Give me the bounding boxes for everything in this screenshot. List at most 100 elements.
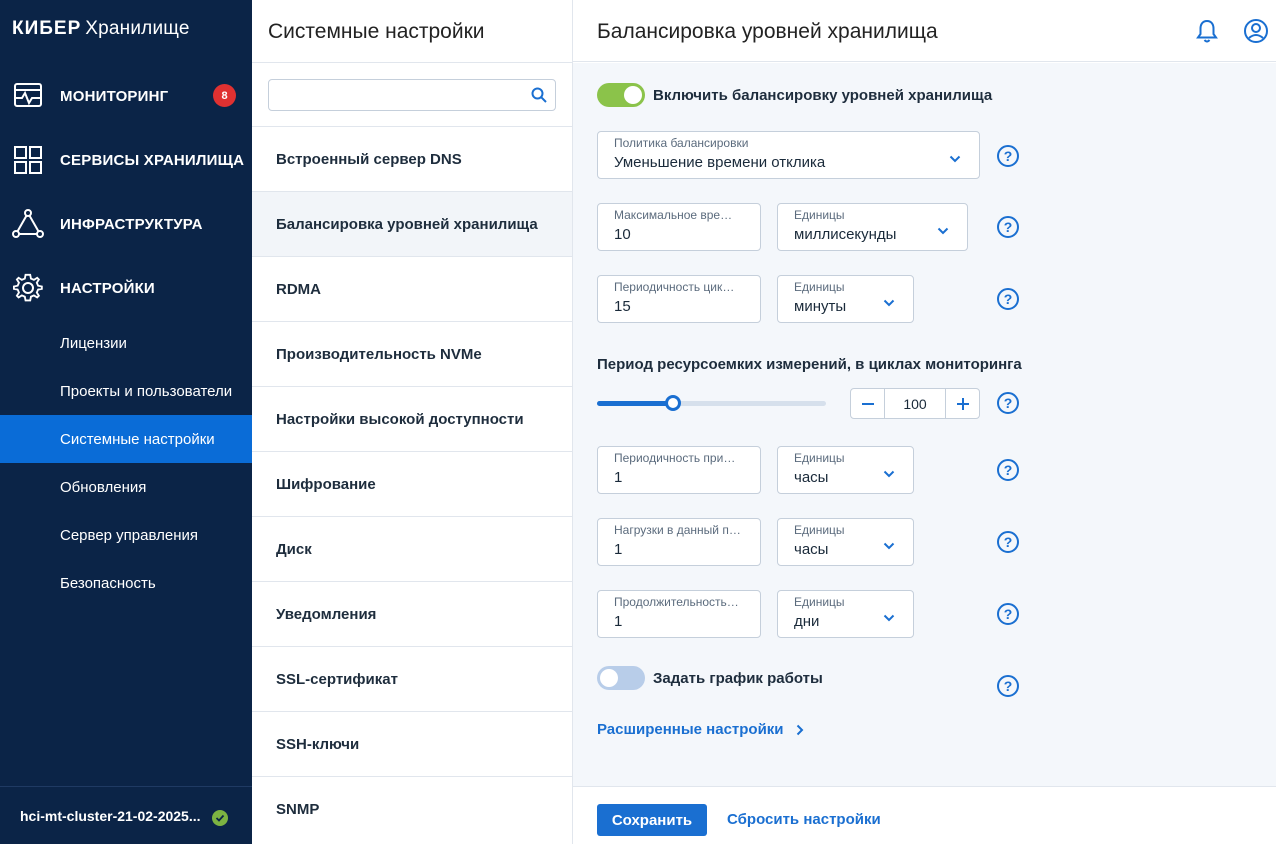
- list-item-tiering[interactable]: Балансировка уровней хранилища: [252, 191, 572, 256]
- help-icon[interactable]: ?: [997, 675, 1019, 697]
- field-label: Единицы: [794, 451, 845, 465]
- list-item-ha[interactable]: Настройки высокой доступности: [252, 386, 572, 451]
- help-icon[interactable]: ?: [997, 216, 1019, 238]
- list-item-rdma[interactable]: RDMA: [252, 256, 572, 321]
- field-value: миллисекунды: [794, 226, 897, 243]
- nav-item-storage-services[interactable]: СЕРВИСЫ ХРАНИЛИЩА: [0, 128, 252, 192]
- nav-item-monitoring[interactable]: МОНИТОРИНГ 8: [0, 64, 252, 128]
- decrement-button[interactable]: [851, 389, 884, 418]
- sub-nav-security[interactable]: Безопасность: [0, 559, 252, 607]
- advanced-settings-label: Расширенные настройки: [597, 721, 784, 738]
- schedule-toggle[interactable]: [597, 666, 645, 690]
- cycle-period-units-select[interactable]: Единицы минуты: [777, 275, 914, 323]
- list-item-snmp[interactable]: SNMP: [252, 776, 572, 841]
- list-item-disk[interactable]: Диск: [252, 516, 572, 581]
- search-input[interactable]: [269, 80, 519, 110]
- list-item-ssh[interactable]: SSH-ключи: [252, 711, 572, 776]
- nav-item-infrastructure[interactable]: ИНФРАСТРУКТУРА: [0, 192, 252, 256]
- nav-label: ИНФРАСТРУКТУРА: [60, 215, 203, 233]
- load-period-units-select[interactable]: Единицы часы: [777, 518, 914, 566]
- form-footer: Сохранить Сбросить настройки: [573, 786, 1276, 844]
- field-value: 1: [614, 469, 623, 486]
- measurement-period-stepper: 100: [850, 388, 980, 419]
- duration-input[interactable]: Продолжительность хранения 1: [597, 590, 761, 638]
- apply-period-input[interactable]: Периодичность применения 1: [597, 446, 761, 494]
- max-time-units-select[interactable]: Единицы миллисекунды: [777, 203, 968, 251]
- enable-tiering-label: Включить балансировку уровней хранилища: [653, 87, 993, 104]
- chevron-down-icon: [883, 609, 895, 627]
- bell-icon[interactable]: [1195, 18, 1219, 49]
- nav-item-settings[interactable]: НАСТРОЙКИ: [0, 256, 252, 320]
- cluster-selector[interactable]: hci-mt-cluster-21-02-2025...: [0, 786, 252, 844]
- field-label: Единицы: [794, 523, 845, 537]
- list-item-notifications[interactable]: Уведомления: [252, 581, 572, 646]
- network-icon: [12, 208, 44, 240]
- search-icon[interactable]: [531, 87, 547, 108]
- divider: [252, 62, 572, 63]
- chevron-right-icon: [796, 724, 804, 736]
- advanced-settings-link[interactable]: Расширенные настройки: [597, 721, 804, 738]
- stepper-value[interactable]: 100: [884, 389, 946, 418]
- apply-period-units-select[interactable]: Единицы часы: [777, 446, 914, 494]
- max-time-input[interactable]: Максимальное время отклика 10: [597, 203, 761, 251]
- field-value: 1: [614, 613, 623, 630]
- help-icon[interactable]: ?: [997, 145, 1019, 167]
- chevron-down-icon: [883, 294, 895, 312]
- main-nav: МОНИТОРИНГ 8 СЕРВИСЫ ХРАНИЛИЩА ИНФРАСТРУ…: [0, 64, 252, 320]
- settings-sub-nav: Лицензии Проекты и пользователи Системны…: [0, 319, 252, 607]
- slider-thumb[interactable]: [664, 395, 681, 411]
- list-item-dns[interactable]: Встроенный сервер DNS: [252, 126, 572, 191]
- user-icon[interactable]: [1243, 18, 1269, 49]
- help-icon[interactable]: ?: [997, 459, 1019, 481]
- logo-subtitle: Хранилище: [85, 18, 190, 39]
- check-icon: [212, 810, 228, 826]
- list-item-encryption[interactable]: Шифрование: [252, 451, 572, 516]
- nav-label: СЕРВИСЫ ХРАНИЛИЩА: [60, 151, 245, 169]
- enable-tiering-toggle[interactable]: [597, 83, 645, 107]
- sub-nav-licenses[interactable]: Лицензии: [0, 319, 252, 367]
- help-icon[interactable]: ?: [997, 288, 1019, 310]
- increment-button[interactable]: [946, 389, 979, 418]
- field-value: 10: [614, 226, 631, 243]
- gear-icon: [12, 272, 44, 304]
- sub-nav-updates[interactable]: Обновления: [0, 463, 252, 511]
- settings-list-title: Системные настройки: [268, 20, 485, 43]
- reset-settings-button[interactable]: Сбросить настройки: [727, 811, 881, 828]
- field-value: 15: [614, 298, 631, 315]
- load-period-input[interactable]: Нагрузки в данный период 1: [597, 518, 761, 566]
- field-label: Периодичность применения: [614, 451, 742, 465]
- help-icon[interactable]: ?: [997, 603, 1019, 625]
- field-label: Продолжительность хранения: [614, 595, 740, 609]
- field-value: минуты: [794, 298, 847, 315]
- field-label: Единицы: [794, 280, 845, 294]
- list-item-nvme[interactable]: Производительность NVMe: [252, 321, 572, 386]
- sub-nav-projects-users[interactable]: Проекты и пользователи: [0, 367, 252, 415]
- monitoring-icon: [12, 80, 44, 112]
- measurement-period-slider[interactable]: [597, 395, 826, 411]
- schedule-toggle-label: Задать график работы: [653, 670, 823, 687]
- save-button[interactable]: Сохранить: [597, 804, 707, 836]
- help-icon[interactable]: ?: [997, 392, 1019, 414]
- plus-icon: [956, 397, 969, 410]
- search-box: [268, 79, 556, 111]
- policy-select[interactable]: Политика балансировки Уменьшение времени…: [597, 131, 980, 179]
- chevron-down-icon: [883, 465, 895, 483]
- settings-list: Встроенный сервер DNS Балансировка уровн…: [252, 126, 572, 841]
- app-logo[interactable]: КИБЕР Хранилище: [12, 18, 190, 40]
- field-value: 1: [614, 541, 623, 558]
- field-value: часы: [794, 469, 829, 486]
- duration-units-select[interactable]: Единицы дни: [777, 590, 914, 638]
- help-icon[interactable]: ?: [997, 531, 1019, 553]
- sub-nav-management-server[interactable]: Сервер управления: [0, 511, 252, 559]
- list-item-ssl[interactable]: SSL-сертификат: [252, 646, 572, 711]
- alerts-badge: 8: [213, 84, 236, 107]
- chevron-down-icon: [937, 222, 949, 240]
- slider-fill: [597, 401, 673, 406]
- page-title: Балансировка уровней хранилища: [597, 20, 938, 43]
- toggle-knob: [600, 669, 618, 687]
- sub-nav-system-settings[interactable]: Системные настройки: [0, 415, 252, 463]
- cycle-period-input[interactable]: Периодичность цикла мониторинга 15: [597, 275, 761, 323]
- nav-label: НАСТРОЙКИ: [60, 279, 155, 297]
- field-label: Максимальное время отклика: [614, 208, 738, 222]
- settings-form: Включить балансировку уровней хранилища …: [573, 63, 1276, 786]
